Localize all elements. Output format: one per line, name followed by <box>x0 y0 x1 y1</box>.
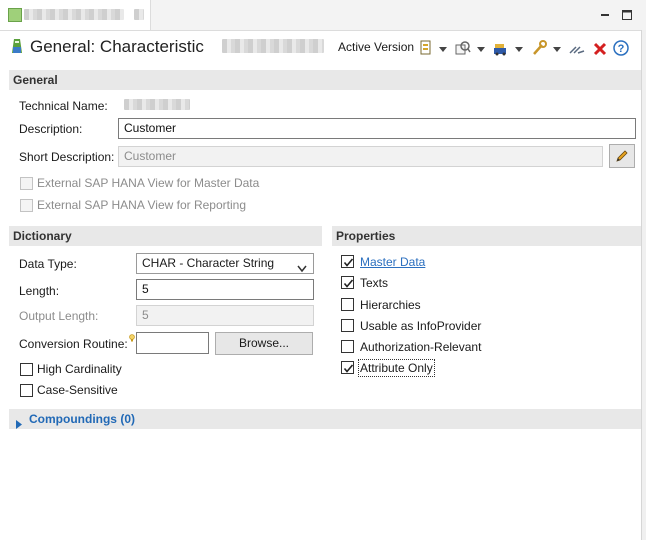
master-data-link[interactable]: Master Data <box>360 255 425 269</box>
master-data-checkbox[interactable] <box>341 255 354 268</box>
output-length-label: Output Length: <box>19 309 99 323</box>
length-label: Length: <box>19 284 60 298</box>
short-description-label: Short Description: <box>19 150 115 164</box>
short-description-input[interactable]: Customer <box>118 146 603 167</box>
info-bulb-icon <box>129 331 135 345</box>
hana-master-data-label: External SAP HANA View for Master Data <box>37 176 260 190</box>
version-icon[interactable] <box>418 40 434 56</box>
edit-short-description-button[interactable] <box>609 144 635 168</box>
data-type-label: Data Type: <box>19 257 77 271</box>
attribute-only-label: Attribute Only <box>358 359 435 377</box>
chevron-down-icon <box>297 260 307 279</box>
characteristic-name-redacted <box>222 39 324 53</box>
browse-button[interactable]: Browse... <box>215 332 313 355</box>
page-title: General: Characteristic <box>30 37 204 57</box>
attribute-only-checkbox[interactable] <box>341 361 354 374</box>
check-icon <box>343 364 354 373</box>
texts-checkbox[interactable] <box>341 276 354 289</box>
where-used-icon[interactable] <box>455 40 471 56</box>
tools-dropdown-caret[interactable] <box>553 47 561 52</box>
activate-icon[interactable] <box>569 40 585 56</box>
transport-icon[interactable] <box>493 40 509 56</box>
characteristic-icon <box>9 38 25 57</box>
case-sensitive-checkbox[interactable] <box>20 384 33 397</box>
editor-tab-strip <box>0 0 646 31</box>
tab-title-redacted <box>24 9 124 20</box>
description-label: Description: <box>19 122 83 136</box>
hana-master-data-checkbox[interactable] <box>20 177 33 190</box>
data-type-value: CHAR - Character String <box>142 256 275 270</box>
high-cardinality-label: High Cardinality <box>37 362 122 376</box>
version-dropdown-caret[interactable] <box>439 47 447 52</box>
authorization-label: Authorization-Relevant <box>360 340 482 354</box>
data-type-select[interactable]: CHAR - Character String <box>136 253 314 274</box>
tools-icon[interactable] <box>531 40 547 56</box>
infoprovider-label: Usable as InfoProvider <box>360 319 482 333</box>
case-sensitive-label: Case-Sensitive <box>37 383 118 397</box>
help-icon[interactable]: ? <box>613 40 629 56</box>
technical-name-label: Technical Name: <box>19 99 108 113</box>
where-used-dropdown-caret[interactable] <box>477 47 485 52</box>
version-label: Active Version <box>338 40 415 54</box>
section-header-general: General <box>9 70 641 90</box>
texts-label: Texts <box>360 276 389 290</box>
tab-object-icon <box>8 8 22 22</box>
page-title-text: General: Characteristic <box>30 37 204 56</box>
hierarchies-label: Hierarchies <box>360 298 421 312</box>
compoundings-expander[interactable]: Compoundings (0) <box>9 409 641 429</box>
hana-reporting-checkbox[interactable] <box>20 199 33 212</box>
hana-reporting-label: External SAP HANA View for Reporting <box>37 198 246 212</box>
editor-tab[interactable] <box>0 0 151 30</box>
technical-name-value-redacted <box>124 99 190 110</box>
hierarchies-checkbox[interactable] <box>341 298 354 311</box>
transport-dropdown-caret[interactable] <box>515 47 523 52</box>
check-icon <box>343 258 354 267</box>
conversion-routine-input[interactable] <box>136 332 209 354</box>
maximize-icon[interactable] <box>620 8 634 22</box>
section-header-properties: Properties <box>332 226 641 246</box>
expand-arrow-icon <box>16 415 22 435</box>
vertical-scrollbar[interactable] <box>641 30 646 540</box>
output-length-input[interactable]: 5 <box>136 305 314 326</box>
delete-icon[interactable] <box>592 41 608 57</box>
high-cardinality-checkbox[interactable] <box>20 363 33 376</box>
authorization-checkbox[interactable] <box>341 340 354 353</box>
tab-close-redacted[interactable] <box>134 9 144 20</box>
edit-pencil-icon <box>614 148 630 171</box>
section-header-dictionary: Dictionary <box>9 226 322 246</box>
compoundings-label: Compoundings (0) <box>29 412 135 426</box>
conversion-routine-label: Conversion Routine: <box>19 337 128 351</box>
check-icon <box>343 279 354 288</box>
length-input[interactable]: 5 <box>136 279 314 300</box>
svg-text:?: ? <box>618 43 625 55</box>
minimize-icon[interactable] <box>598 8 612 22</box>
infoprovider-checkbox[interactable] <box>341 319 354 332</box>
description-input[interactable]: Customer <box>118 118 636 139</box>
